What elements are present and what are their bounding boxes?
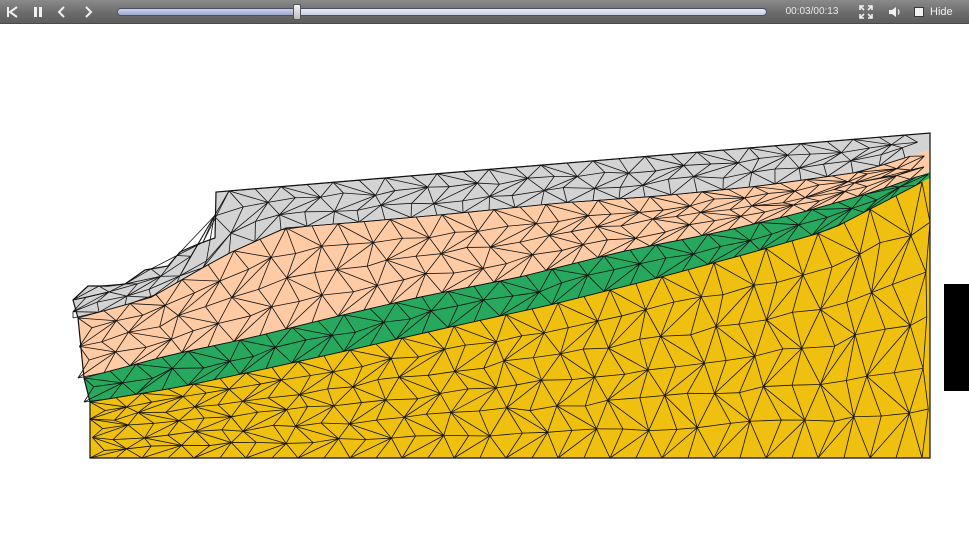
next-button[interactable] xyxy=(79,3,97,21)
side-panel-tab[interactable] xyxy=(944,284,969,391)
rewind-button[interactable] xyxy=(3,3,21,21)
skip-to-start-icon xyxy=(5,5,19,19)
seek-bar[interactable] xyxy=(117,8,767,16)
slope-mesh-figure xyxy=(0,24,969,542)
hide-toggle[interactable]: Hide xyxy=(914,5,953,19)
mesh-edge xyxy=(403,238,430,239)
mesh-edge xyxy=(542,380,573,381)
hide-checkbox[interactable] xyxy=(914,7,924,17)
fullscreen-button[interactable] xyxy=(857,3,875,21)
pause-icon xyxy=(31,5,45,19)
pause-button[interactable] xyxy=(29,3,47,21)
hide-label: Hide xyxy=(930,6,953,18)
fullscreen-icon xyxy=(859,5,873,19)
speaker-icon xyxy=(888,5,902,19)
seek-thumb[interactable] xyxy=(293,4,301,20)
chevron-left-icon xyxy=(55,5,69,19)
seek-bar-progress xyxy=(118,9,297,15)
time-readout: 00:03/00:13 xyxy=(776,0,848,24)
player-toolbar: 00:03/00:13 Hide xyxy=(0,0,969,24)
volume-button[interactable] xyxy=(886,3,904,21)
previous-button[interactable] xyxy=(53,3,71,21)
chevron-right-icon xyxy=(81,5,95,19)
video-stage xyxy=(0,24,969,542)
